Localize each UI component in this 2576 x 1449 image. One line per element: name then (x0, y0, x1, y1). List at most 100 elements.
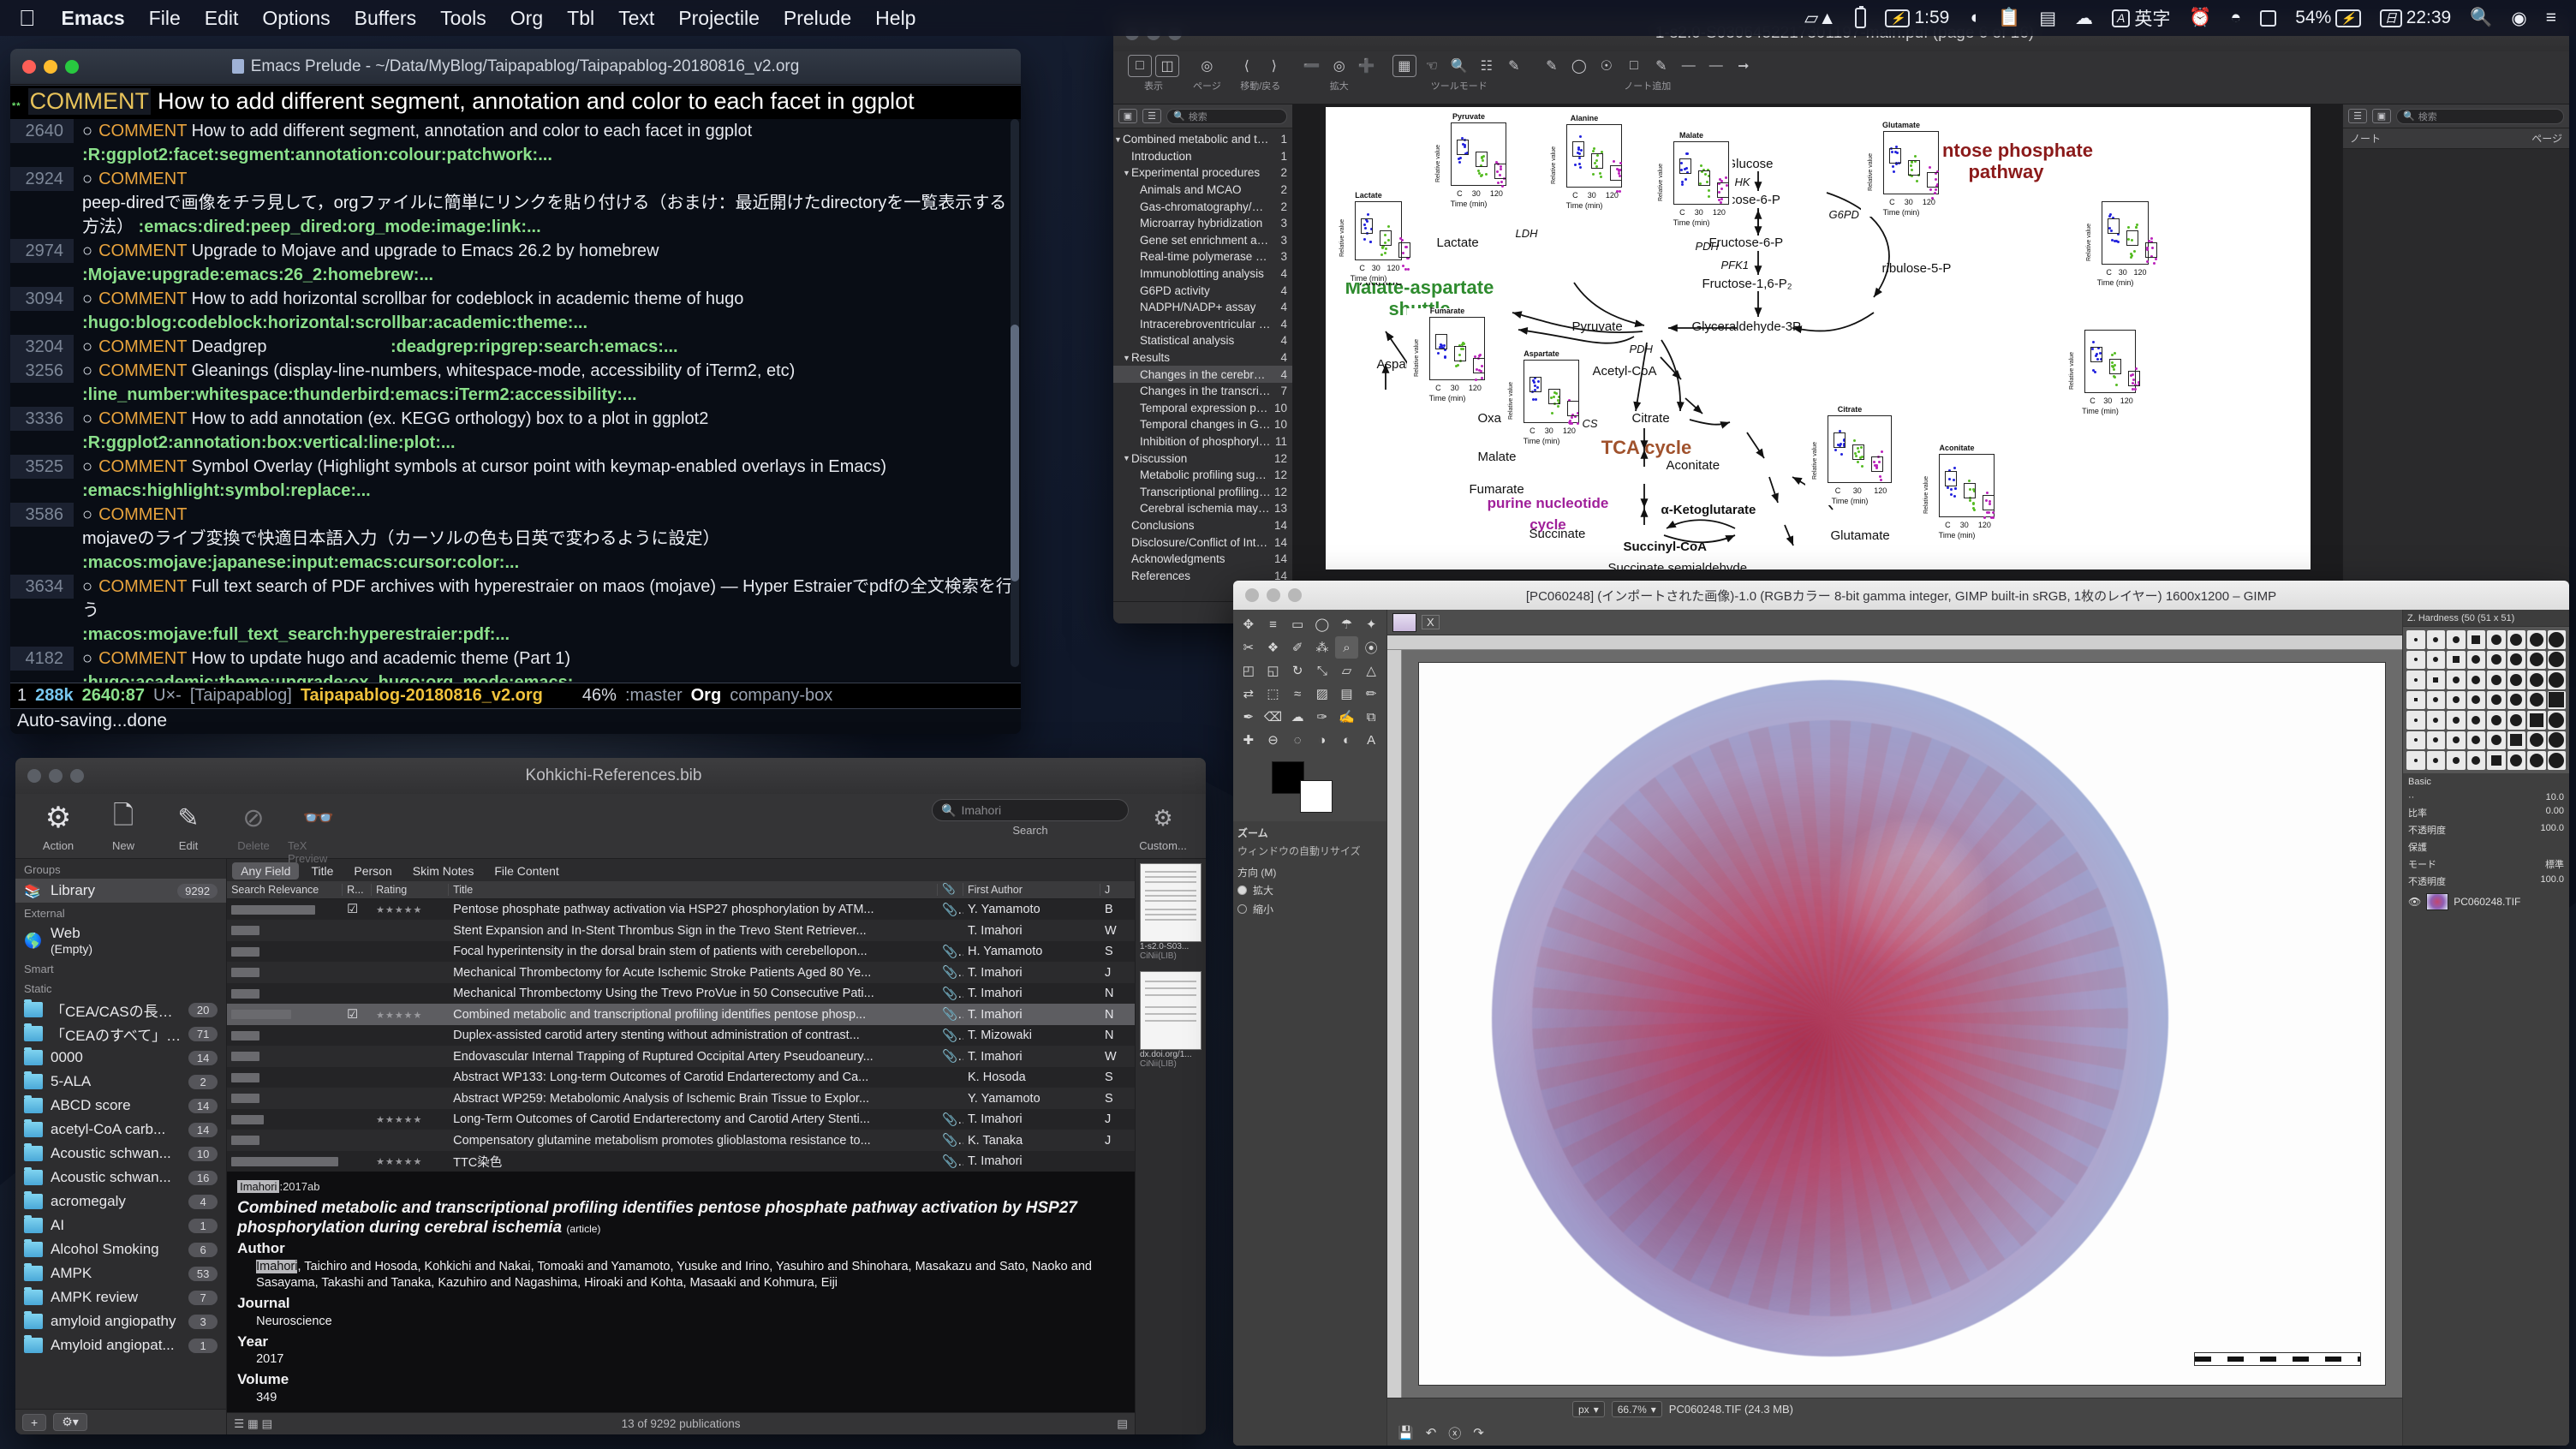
brush-swatch[interactable] (2548, 671, 2567, 689)
brush-swatch[interactable] (2467, 630, 2486, 649)
menu-item-tools[interactable]: Tools (428, 7, 498, 30)
gimp-image-tabbar[interactable]: X (1387, 610, 2402, 635)
image-tab-close[interactable]: X (1422, 615, 1440, 629)
field-tab-file-content[interactable]: File Content (486, 862, 567, 880)
bibdesk-groups-footer[interactable]: + ⚙▾ (15, 1409, 226, 1434)
image-tab-thumbnail[interactable] (1392, 613, 1416, 632)
cell-rating[interactable]: ★★★★★ (372, 1112, 449, 1126)
toc-row[interactable]: ▼ Discussion 12 (1113, 450, 1292, 467)
pdf-table-of-contents[interactable]: ▼Combined metabolic and transcrip...1Int… (1113, 128, 1292, 601)
brush-swatch[interactable] (2507, 671, 2526, 689)
brush-swatch[interactable] (2507, 731, 2526, 750)
clipboard-icon[interactable]: 📋 (1989, 8, 2030, 28)
cell-read-flag[interactable]: ☑ (343, 1008, 372, 1022)
dropbox-icon[interactable]: ☁ (2066, 8, 2102, 29)
delete-button[interactable]: ⊘ Delete (223, 799, 284, 852)
toc-row[interactable]: Intracerebroventricular injecti...4 (1113, 316, 1292, 333)
cell-rating[interactable]: ★★★★★ (372, 1154, 449, 1168)
disclosure-triangle-icon[interactable]: ▼ (1113, 135, 1123, 144)
bibdesk-preview-pane[interactable]: Imahori:2017ab Combined metabolic and tr… (227, 1172, 1135, 1412)
clock-icon[interactable]: 日 22:39 (2370, 8, 2461, 28)
col-first-author[interactable]: First Author (963, 884, 1100, 896)
wifi-icon[interactable]: ◓ (2221, 8, 2251, 28)
brush-swatch[interactable] (2427, 630, 2446, 649)
org-bullet-icon[interactable]: ○ (82, 649, 92, 668)
magnify-tool-icon[interactable]: 🔍 (1447, 55, 1471, 77)
shear-tool-icon[interactable]: ▱ (1335, 659, 1359, 682)
pdf-page-view[interactable]: Pentose phosphate pathway Malate-asparta… (1293, 104, 2342, 601)
box-note-icon[interactable]: □ (1622, 55, 1646, 77)
group-row[interactable]: 0000 14 (15, 1046, 226, 1070)
gimp-titlebar[interactable]: [PC060248] (インポートされた画像)-1.0 (RGBカラー 8-bi… (1233, 581, 2569, 610)
apple-logo-icon[interactable]:  (10, 5, 50, 32)
gradient-tool-icon[interactable]: ▤ (1335, 683, 1359, 705)
org-outline-row[interactable]: 2924 ○ COMMENT peep-diredで画像をチラ見して，orgファイル… (10, 167, 1021, 239)
brush-swatch[interactable] (2467, 691, 2486, 710)
brush-swatch[interactable] (2467, 671, 2486, 689)
notes-grid-icon[interactable]: ▣ (2372, 109, 2391, 123)
gimp-tool-grid[interactable]: ✥ ≡ ▭ ◯ ☂ ✦ ✂ ❖ ✐ ⁂ ⌕ ⦿ ◰ ◱ ↻ ⤡ ▱ △ ⇄ ⬚ ≈ ▨ ▤ ✏ ✒ ⌫ ☁ ✑ ✍ ⧉ ✚ ⊖ ◌ ◑ ◐ A (1233, 610, 1386, 754)
menu-item-buffers[interactable]: Buffers (343, 7, 428, 30)
gimp-dock-right[interactable]: Z. Hardness (50 (51 x 51) Basic ·· 10.0 … (2402, 610, 2569, 1446)
org-bullet-icon[interactable]: ○ (82, 409, 92, 428)
measure-tool-icon[interactable]: ⦿ (1359, 636, 1383, 659)
brush-swatch[interactable] (2487, 691, 2506, 710)
eye-icon[interactable]: 👁 (2408, 896, 2421, 908)
undo-icon[interactable]: ↶ (1426, 1425, 1437, 1440)
airbrush-tool-icon[interactable]: ☁ (1285, 706, 1309, 728)
col-rating[interactable]: Rating (372, 884, 449, 896)
menu-item-text[interactable]: Text (606, 7, 666, 30)
notification-center-icon[interactable]: ≡ (2537, 8, 2566, 28)
paths-tool-icon[interactable]: ✐ (1285, 636, 1309, 659)
brush-size-row[interactable]: ·· 10.0 (2403, 790, 2569, 804)
brush-basic-row[interactable]: Basic (2403, 773, 2569, 790)
toc-row[interactable]: Microarray hybridization 3 (1113, 215, 1292, 232)
org-bullet-icon[interactable]: ○ (82, 505, 92, 524)
brush-swatch[interactable] (2447, 691, 2466, 710)
brush-swatch[interactable] (2507, 651, 2526, 670)
dodge-burn-tool-icon[interactable]: ◐ (1335, 729, 1359, 751)
menu-item-edit[interactable]: Edit (193, 7, 251, 30)
siri-icon[interactable]: ◉ (2501, 8, 2536, 29)
ellipse-select-tool-icon[interactable]: ◯ (1310, 613, 1334, 635)
brush-swatch[interactable] (2427, 671, 2446, 689)
highlight-icon[interactable]: ✎ (1540, 55, 1564, 77)
emacs-scrollbar[interactable] (1011, 119, 1019, 667)
brush-swatch[interactable] (2548, 711, 2567, 730)
table-row[interactable]: ☑ ★★★★★ Pentose phosphate pathway activati… (227, 899, 1135, 921)
org-outline-list[interactable]: 2640 ○ COMMENT How to add different segmen… (10, 119, 1021, 683)
mypaint-tool-icon[interactable]: ✍ (1335, 706, 1359, 728)
toc-row[interactable]: Gas-chromatography/mass-s...2 (1113, 198, 1292, 215)
zoom-tool-icon[interactable]: ⌕ (1335, 636, 1359, 659)
creative-cloud-icon[interactable]: ◖ (1959, 8, 1989, 28)
toc-row[interactable]: Metabolic profiling suggests...12 (1113, 467, 1292, 484)
toc-row[interactable]: Changes in the transcriptiona...7 (1113, 383, 1292, 400)
toc-row[interactable]: Temporal expression pattern...10 (1113, 400, 1292, 417)
zoom-actual-icon[interactable]: ◎ (1327, 55, 1351, 77)
bibdesk-groups-pane[interactable]: Groups 📚 Library 9292 External 🌎 Web (Empty) Sma… (15, 859, 227, 1434)
menu-item-prelude[interactable]: Prelude (772, 7, 863, 30)
minimize-button[interactable] (44, 60, 57, 74)
table-row[interactable]: Stent Expansion and In-Stent Thrombus Si… (227, 920, 1135, 941)
rotate-tool-icon[interactable]: ↻ (1285, 659, 1309, 682)
gimp-canvas[interactable] (1402, 650, 2402, 1398)
radio-selected-icon[interactable] (1237, 886, 1247, 895)
table-row[interactable]: ☑ ★★★★★ Combined metabolic and transcripti… (227, 1004, 1135, 1025)
cell-read-flag[interactable]: ☑ (343, 903, 372, 916)
org-outline-row[interactable]: 3256 ○ COMMENT Gleanings (display-line-num… (10, 359, 1021, 407)
table-row[interactable]: ★★★★★ Long-Term Outcomes of Carotid Endar… (227, 1109, 1135, 1130)
gimp-tool-options[interactable]: ズーム ウィンドウの自動リサイズ 方向 (M) 拡大 縮小 (1233, 821, 1386, 1446)
group-row[interactable]: AMPK review 7 (15, 1285, 226, 1309)
move-tool-icon[interactable]: ✥ (1237, 613, 1261, 635)
group-row[interactable]: 「CEAのすべて」… 71 (15, 1022, 226, 1046)
brush-swatch[interactable] (2406, 751, 2425, 770)
istat-graph-icon[interactable]: ▱▲ (1795, 8, 1846, 29)
emacs-scrollbar-thumb[interactable] (1011, 325, 1019, 581)
select-tool-icon[interactable]: ☷ (1475, 55, 1499, 77)
col-attachments[interactable]: 📎 (938, 883, 963, 896)
forward-icon[interactable]: ⟩ (1262, 55, 1286, 77)
bibdesk-file-drawer[interactable]: 1-s2.0-S03... CiNii(LIB) dx.doi.org/1...… (1135, 859, 1206, 1434)
cancel-icon[interactable]: ⓧ (1448, 1424, 1461, 1442)
pdf-toolgroup-page[interactable]: ◎ ページ (1187, 55, 1227, 92)
brush-swatch[interactable] (2527, 671, 2546, 689)
